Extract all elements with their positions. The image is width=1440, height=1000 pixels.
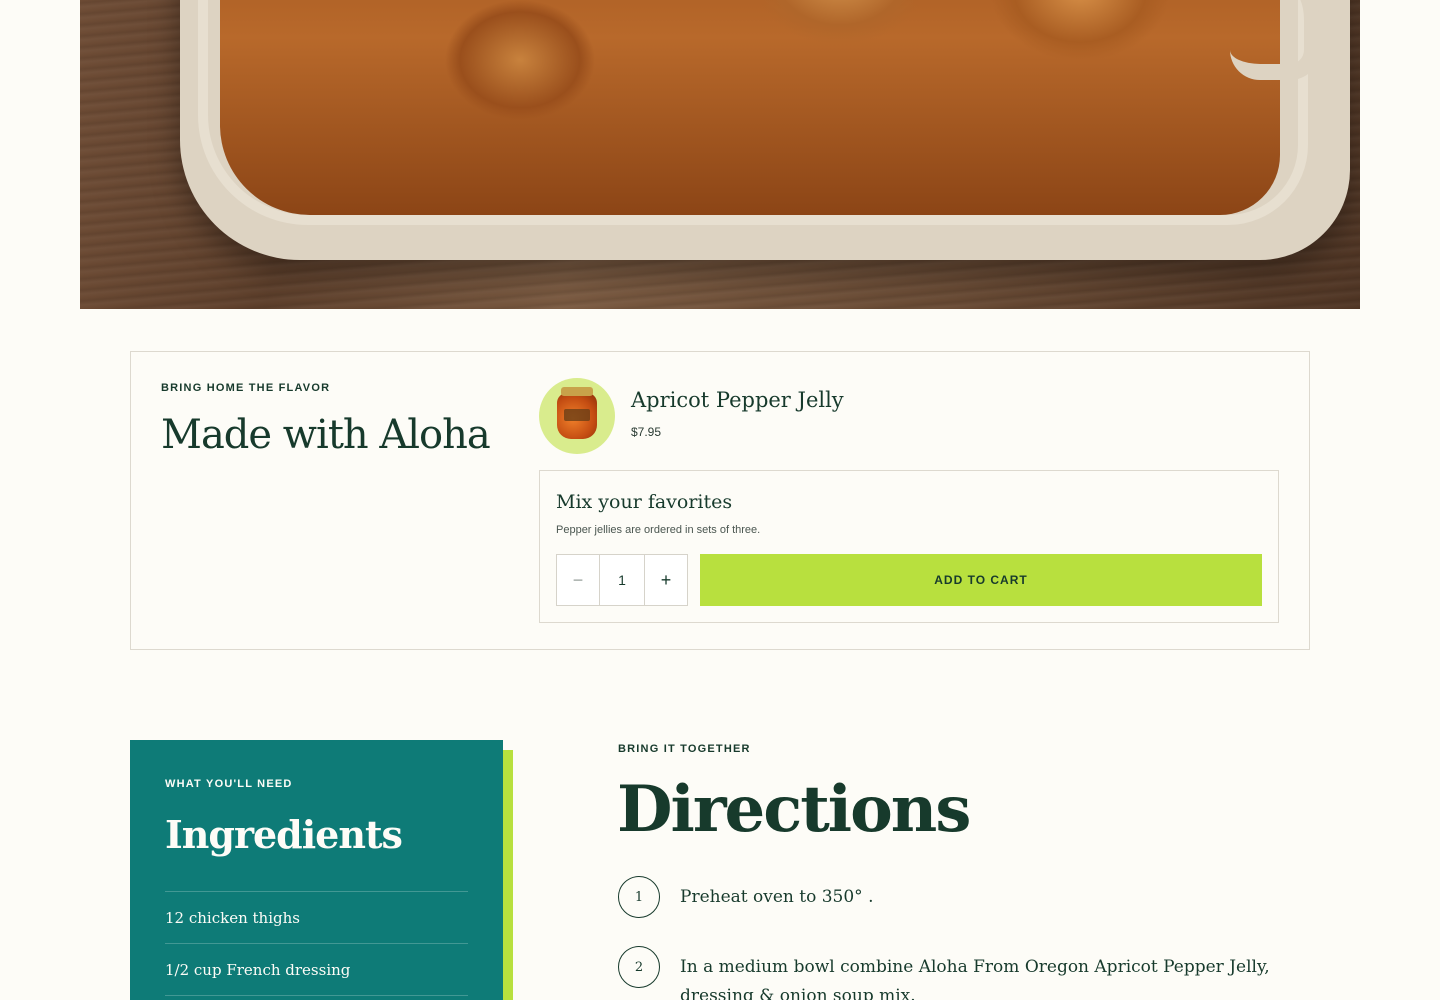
directions-title: Directions bbox=[617, 772, 971, 847]
step-number-badge: 2 bbox=[618, 946, 660, 988]
product-name[interactable]: Apricot Pepper Jelly bbox=[631, 388, 844, 412]
mix-note: Pepper jellies are ordered in sets of th… bbox=[556, 524, 761, 536]
increment-button[interactable]: + bbox=[645, 555, 687, 605]
ingredient-item bbox=[165, 995, 468, 1000]
product-headline: Made with Aloha bbox=[161, 412, 491, 458]
product-eyebrow: BRING HOME THE FLAVOR bbox=[161, 382, 331, 394]
baking-dish-handle bbox=[1230, 0, 1320, 80]
step-number-badge: 1 bbox=[618, 876, 660, 918]
ingredients-eyebrow: WHAT YOU'LL NEED bbox=[165, 778, 293, 790]
ingredient-item: 12 chicken thighs bbox=[165, 891, 468, 943]
ingredients-list: 12 chicken thighs 1/2 cup French dressin… bbox=[165, 891, 468, 1000]
decrement-button[interactable]: − bbox=[557, 555, 600, 605]
hero-image bbox=[80, 0, 1360, 309]
directions-eyebrow: BRING IT TOGETHER bbox=[618, 743, 751, 755]
product-thumbnail[interactable] bbox=[539, 378, 615, 454]
ingredients-title: Ingredients bbox=[165, 812, 403, 857]
ingredient-item: 1/2 cup French dressing bbox=[165, 943, 468, 995]
mix-title: Mix your favorites bbox=[556, 491, 733, 513]
mix-favorites-box: Mix your favorites Pepper jellies are or… bbox=[539, 470, 1279, 623]
product-card: BRING HOME THE FLAVOR Made with Aloha Ap… bbox=[130, 351, 1310, 650]
ingredients-panel: WHAT YOU'LL NEED Ingredients 12 chicken … bbox=[130, 740, 503, 1000]
add-to-cart-button[interactable]: ADD TO CART bbox=[700, 554, 1262, 606]
product-price: $7.95 bbox=[631, 425, 662, 439]
quantity-stepper: − 1 + bbox=[556, 554, 688, 606]
jar-icon bbox=[557, 387, 597, 439]
quantity-input[interactable]: 1 bbox=[600, 555, 645, 605]
step-text: Preheat oven to 350° . bbox=[680, 887, 874, 907]
step-text: In a medium bowl combine Aloha From Oreg… bbox=[680, 957, 1270, 1000]
baking-dish-rim bbox=[198, 0, 1308, 225]
